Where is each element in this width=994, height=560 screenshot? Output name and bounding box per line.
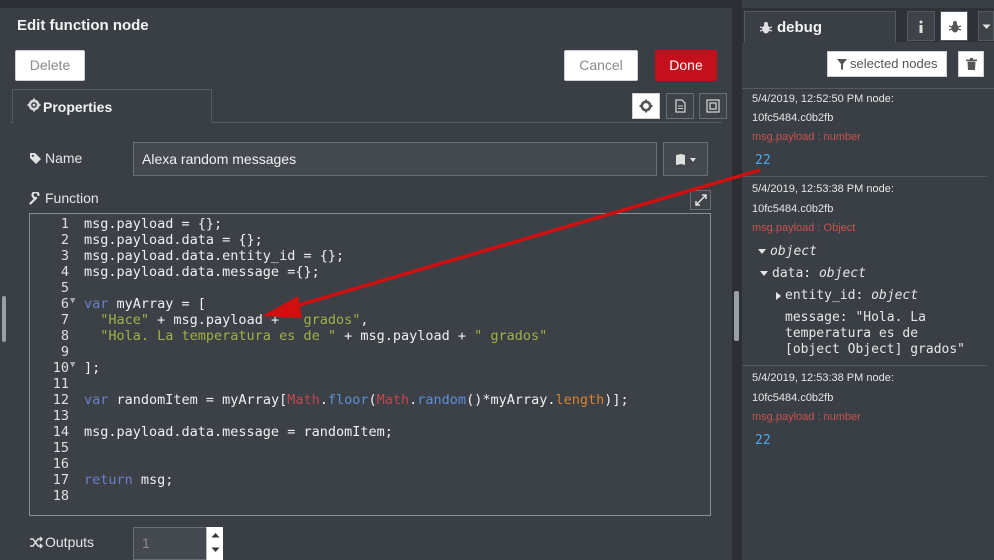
filter-selected-nodes-button[interactable]: selected nodes	[827, 51, 947, 77]
clear-log-button[interactable]	[958, 51, 984, 77]
debug-sidebar: debug selected nodes 5/4/2019, 12:52:50 …	[742, 0, 994, 560]
tree-message-cont: [object Object] grados"	[785, 342, 966, 357]
code-line: msg.payload.data.message = randomItem;	[84, 424, 393, 440]
message-node-id[interactable]: 10fc5484.c0b2fb	[752, 388, 833, 408]
line-number: 15	[52, 440, 69, 456]
tray-tabs-bar: Properties	[10, 89, 727, 123]
caret-right-icon	[776, 291, 781, 300]
name-label: Name	[29, 150, 82, 166]
fold-marker-icon[interactable]: ▼	[70, 360, 75, 370]
message-meta: 5/4/2019, 12:53:38 PM node:	[752, 183, 894, 195]
fold-marker-icon[interactable]: ▼	[70, 296, 75, 306]
tag-icon	[30, 153, 41, 164]
gear-icon	[27, 98, 41, 112]
tree-root[interactable]: object	[758, 244, 817, 259]
edit-tray: Edit function node Delete Cancel Done Pr…	[0, 0, 732, 560]
sidebar-splitter[interactable]	[732, 0, 742, 560]
code-line: "Hola. La temperatura es de " + msg.payl…	[84, 328, 548, 344]
line-number: 18	[52, 488, 69, 504]
expand-editor-button[interactable]	[690, 190, 711, 210]
debug-message: 5/4/2019, 12:52:50 PM node: 10fc5484.c0b…	[742, 89, 987, 177]
tree-data[interactable]: data: object	[760, 266, 866, 281]
node-name-menu-button[interactable]	[663, 142, 708, 176]
function-code-editor[interactable]: 1 2 3 4 5 6 7 8 9 10 11 12 13 14 15 16 17 18 msg.payload …	[29, 213, 711, 516]
code-line: msg.payload.data.entity_id = {};	[84, 248, 345, 264]
message-meta: 5/4/2019, 12:52:50 PM node:	[752, 93, 894, 105]
cancel-button[interactable]: Cancel	[564, 50, 638, 81]
code-line: "Hace" + msg.payload + " grados",	[84, 312, 369, 328]
code-line: return msg;	[84, 472, 174, 488]
message-node-id[interactable]: 10fc5484.c0b2fb	[752, 199, 833, 219]
filter-icon	[837, 59, 847, 70]
tab-properties-label: Properties	[43, 99, 113, 115]
sidebar-resize-handle[interactable]	[734, 291, 739, 341]
message-node-id[interactable]: 10fc5484.c0b2fb	[752, 108, 833, 128]
line-number: 11	[52, 376, 69, 392]
line-number: 13	[52, 408, 69, 424]
delete-button[interactable]: Delete	[15, 50, 85, 81]
message-topic: msg.payload : Object	[752, 222, 856, 234]
done-button[interactable]: Done	[655, 50, 717, 81]
debug-message: 5/4/2019, 12:53:38 PM node: 10fc5484.c0b…	[742, 178, 987, 366]
name-input[interactable]: Alexa random messages	[133, 142, 657, 176]
tree-message-cont: temperatura es de	[785, 326, 919, 341]
object-group-icon	[706, 99, 720, 113]
tab-properties[interactable]: Properties	[12, 89, 212, 123]
message-topic: msg.payload : number	[752, 411, 861, 423]
info-icon	[919, 20, 923, 33]
line-number: 5	[60, 280, 69, 296]
bug-icon	[759, 22, 773, 34]
book-icon	[676, 154, 696, 165]
random-icon	[30, 536, 43, 549]
code-line: msg.payload.data = {};	[84, 232, 263, 248]
code-line: msg.payload = {};	[84, 216, 223, 232]
code-line: msg.payload.data.message ={};	[84, 264, 320, 280]
left-resize-handle[interactable]	[2, 296, 6, 342]
node-settings-tab[interactable]	[632, 93, 660, 119]
code-line: var myArray = [	[84, 296, 206, 312]
tray-top-strip	[0, 0, 732, 8]
caret-down-icon	[758, 249, 766, 254]
outputs-spinner[interactable]	[206, 527, 223, 560]
message-value: 22	[755, 153, 771, 168]
info-tab[interactable]	[907, 11, 935, 41]
line-number: 16	[52, 456, 69, 472]
line-number: 9	[60, 344, 69, 360]
file-text-icon	[675, 99, 686, 113]
caret-down-icon	[760, 271, 768, 276]
function-label: Function	[29, 190, 99, 206]
expand-icon	[695, 194, 707, 206]
chevron-down-icon	[211, 547, 220, 552]
caret-down-icon	[982, 24, 991, 29]
bug-icon	[948, 21, 962, 33]
outputs-label: Outputs	[29, 534, 94, 550]
tree-message: message: "Hola. La	[785, 310, 926, 325]
message-topic: msg.payload : number	[752, 131, 861, 143]
gear-icon	[639, 99, 653, 113]
debug-tab-icon-button[interactable]	[940, 11, 968, 41]
trash-icon	[966, 58, 977, 70]
tray-title: Edit function node	[17, 17, 149, 34]
debug-message: 5/4/2019, 12:53:38 PM node: 10fc5484.c0b…	[742, 367, 987, 455]
node-description-tab[interactable]	[666, 93, 694, 119]
node-appearance-tab[interactable]	[699, 93, 727, 119]
tab-debug[interactable]: debug	[744, 11, 896, 43]
message-value: 22	[755, 433, 771, 448]
chevron-up-icon	[211, 533, 220, 538]
tree-entity-id[interactable]: entity_id: object	[776, 288, 918, 303]
wrench-icon	[29, 192, 40, 205]
message-meta: 5/4/2019, 12:53:38 PM node:	[752, 372, 894, 384]
code-line: ];	[84, 360, 101, 376]
code-line: var randomItem = myArray[Math.floor(Math…	[84, 392, 629, 408]
sidebar-menu-button[interactable]	[978, 11, 994, 41]
